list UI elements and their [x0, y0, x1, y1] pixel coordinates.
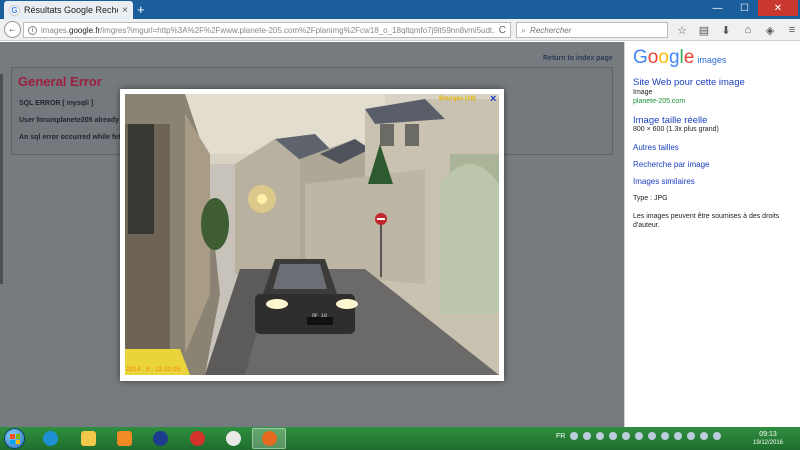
site-web-link[interactable]: Site Web pour cette image — [633, 77, 745, 88]
windows-logo-icon — [10, 434, 20, 444]
images-link[interactable]: images — [697, 55, 726, 65]
reload-icon[interactable]: C — [499, 25, 506, 36]
image-type: Type : JPG — [633, 195, 668, 202]
other-sizes-link[interactable]: Autres tailles — [633, 143, 679, 152]
error-line: User forumplanete205 already — [19, 117, 119, 124]
taskbar-app-icon[interactable] — [143, 428, 177, 449]
minimize-button[interactable]: — — [704, 0, 731, 16]
copyright-note: Les images peuvent être soumises à des d… — [633, 213, 780, 220]
site-info-icon[interactable]: i — [28, 25, 37, 35]
tab-title: Résultats Google Recherch... — [24, 5, 118, 15]
taskbar-clock-icon[interactable] — [216, 428, 250, 449]
return-index-link[interactable]: Return to index page — [543, 55, 613, 62]
language-indicator[interactable]: FR — [556, 433, 565, 440]
similar-images-link[interactable]: Images similaires — [633, 177, 695, 186]
network-icon[interactable] — [713, 432, 722, 440]
taskbar-firefox-icon[interactable] — [252, 428, 286, 449]
tray-icon[interactable] — [570, 432, 579, 440]
image-info-panel: Google images Site Web pour cette image … — [624, 42, 800, 427]
image-dimensions: 800 × 600 (1.3x plus grand) — [633, 126, 719, 133]
google-favicon-icon: G — [9, 4, 20, 16]
tray-icon[interactable] — [648, 432, 657, 440]
reading-list-icon[interactable]: ▤ — [696, 22, 712, 38]
taskbar-media-player-icon[interactable] — [107, 428, 141, 449]
pocket-icon[interactable]: ◈ — [762, 22, 778, 38]
taskbar: FR 09:13 19/12/2016 — [0, 427, 800, 450]
start-button[interactable] — [4, 428, 25, 449]
copyright-note-cont: d'auteur. — [633, 222, 660, 229]
tray-icon[interactable] — [609, 432, 618, 440]
error-line: SQL ERROR [ mysqli ] — [19, 100, 94, 107]
search-by-image-link[interactable]: Recherche par image — [633, 160, 709, 169]
error-title: General Error — [18, 74, 102, 89]
tray-icon[interactable] — [687, 432, 696, 440]
tab-google-results[interactable]: G Résultats Google Recherch... × — [4, 1, 133, 19]
license-plate: OF 18 — [312, 313, 328, 319]
tray-icon[interactable] — [596, 432, 605, 440]
address-bar[interactable]: i images.google.fr/imgres?imgurl=http%3A… — [23, 22, 511, 38]
clock-time: 09:13 — [759, 431, 777, 438]
back-button[interactable]: ← — [4, 21, 21, 38]
system-tray: FR — [556, 432, 722, 440]
navigation-bar: ← i images.google.fr/imgres?imgurl=http%… — [0, 19, 800, 41]
taskbar-pin-icon[interactable] — [180, 428, 214, 449]
clock-date: 19/12/2016 — [752, 440, 784, 446]
window-controls: — ☐ ✕ — [704, 0, 798, 16]
taskbar-ie-icon[interactable] — [33, 428, 67, 449]
street-photo — [125, 94, 499, 375]
download-icon[interactable]: ⬇ — [718, 22, 734, 38]
image-label: Image — [633, 89, 653, 96]
search-box[interactable]: ⌕ — [516, 22, 668, 38]
tray-icon[interactable] — [622, 432, 631, 440]
page-side-edge — [0, 74, 3, 284]
search-icon: ⌕ — [521, 24, 527, 35]
tray-icon[interactable] — [674, 432, 683, 440]
photo-caption: Bourges (18) — [439, 96, 476, 102]
google-logo: Google — [633, 47, 695, 68]
maximize-button[interactable]: ☐ — [731, 0, 758, 16]
full-size-link[interactable]: Image taille réelle — [633, 115, 707, 126]
home-icon[interactable]: ⌂ — [740, 22, 756, 38]
site-domain[interactable]: planete-205.com — [633, 98, 685, 105]
system-clock[interactable]: 09:13 19/12/2016 — [746, 430, 790, 448]
google-images-logo[interactable]: Google images — [633, 47, 726, 69]
tray-icon[interactable] — [635, 432, 644, 440]
close-window-button[interactable]: ✕ — [758, 0, 798, 16]
taskbar-explorer-icon[interactable] — [71, 428, 105, 449]
bookmark-star-icon[interactable]: ☆ — [674, 22, 690, 38]
volume-icon[interactable] — [700, 432, 709, 440]
url-text[interactable]: images.google.fr/imgres?imgurl=http%3A%2… — [41, 26, 495, 35]
tab-strip: G Résultats Google Recherch... × + — ☐ ✕ — [0, 0, 800, 19]
tray-icon[interactable] — [583, 432, 592, 440]
lightbox-close-button[interactable]: × — [490, 93, 496, 105]
photo-timestamp: 2014 . 8 . 12 22:05 — [126, 366, 181, 373]
new-tab-button[interactable]: + — [137, 2, 145, 17]
error-line: An sql error occurred while fet — [19, 134, 121, 141]
search-input[interactable] — [530, 25, 651, 35]
image-lightbox — [120, 89, 504, 381]
menu-icon[interactable]: ≡ — [784, 22, 800, 38]
tab-close-icon[interactable]: × — [122, 5, 128, 16]
toolbar-icons: ☆ ▤ ⬇ ⌂ ◈ ≡ — [674, 22, 800, 38]
tray-icon[interactable] — [661, 432, 670, 440]
